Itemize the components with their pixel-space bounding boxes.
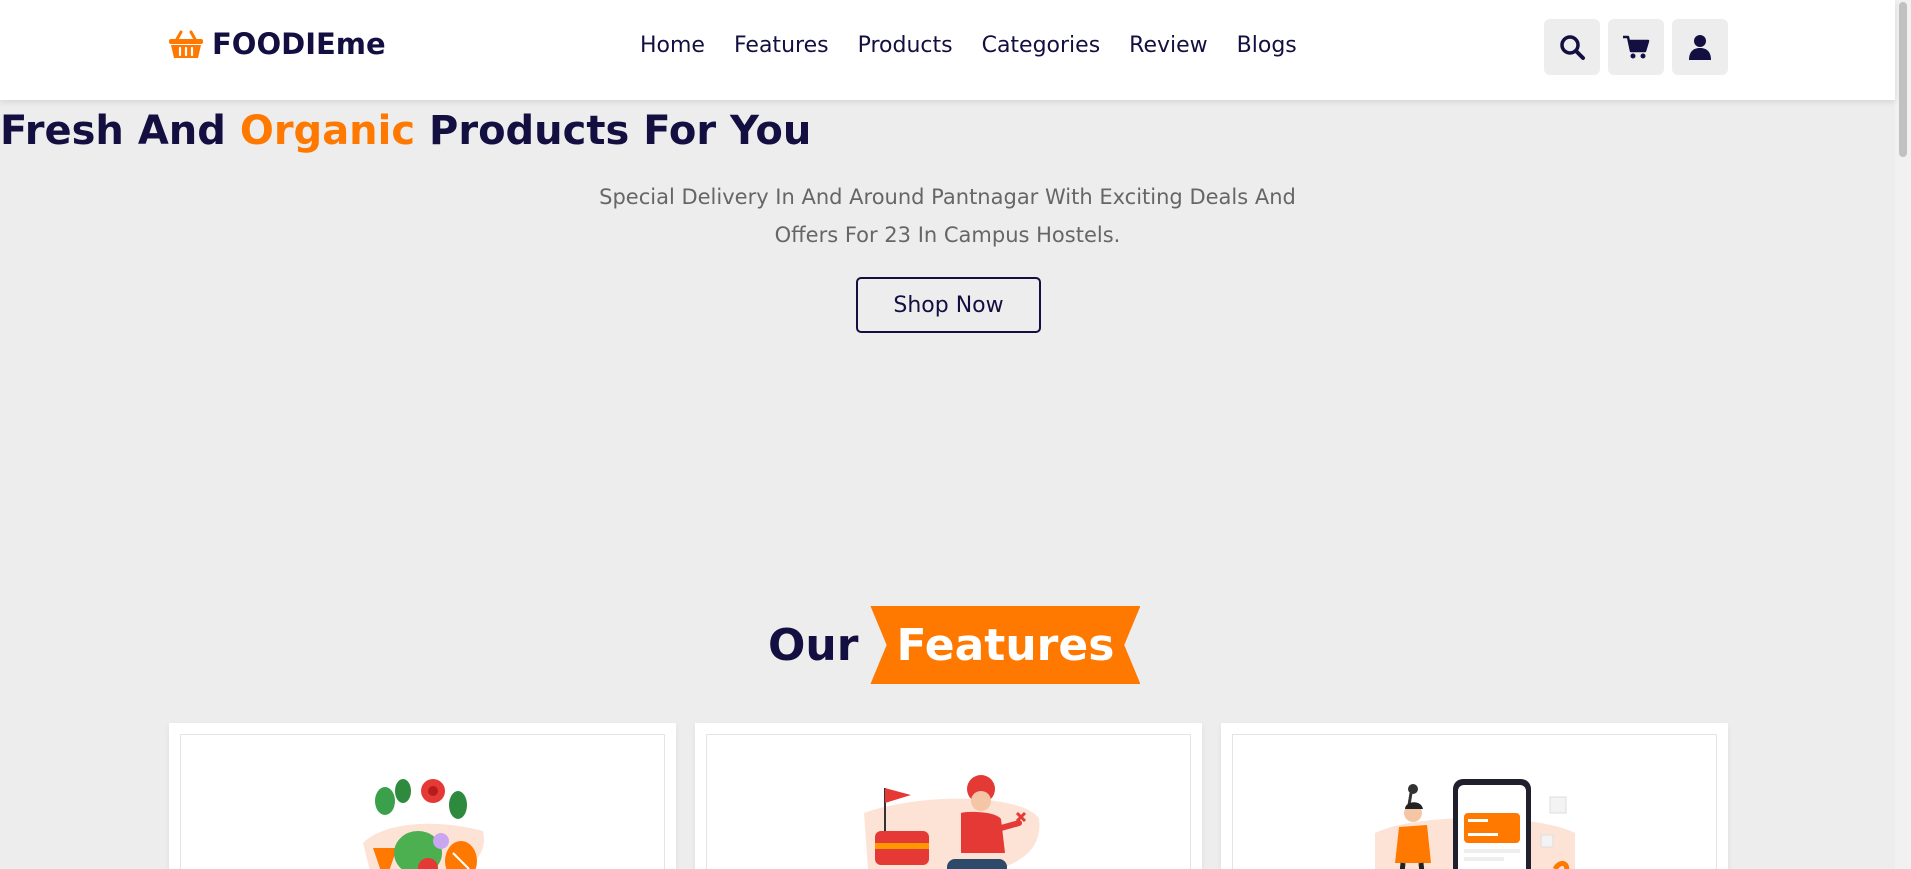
fresh-vegetables-illustration [362, 779, 484, 869]
header-icons [1544, 19, 1728, 75]
user-button[interactable] [1672, 19, 1728, 75]
nav-home[interactable]: Home [640, 33, 705, 58]
feature-card [695, 723, 1202, 869]
search-button[interactable] [1544, 19, 1600, 75]
feature-card-inner [1232, 734, 1717, 869]
logo-text: FOODIEme [212, 27, 386, 61]
feature-cards [169, 723, 1728, 869]
features-ribbon: Features [870, 606, 1141, 684]
page-scrollbar[interactable] [1895, 0, 1911, 869]
nav-features[interactable]: Features [734, 33, 829, 58]
feature-card-inner [706, 734, 1191, 869]
nav-blogs[interactable]: Blogs [1237, 33, 1297, 58]
mobile-payment-illustration [1374, 779, 1575, 869]
cart-icon [1623, 35, 1650, 59]
main-nav: Home Features Products Categories Review… [640, 33, 1326, 58]
feature-card-inner [180, 734, 665, 869]
site-header: FOODIEme Home Features Products Categori… [0, 0, 1895, 100]
scrollbar-thumb[interactable] [1899, 2, 1907, 157]
search-icon [1560, 35, 1585, 60]
hero-title-part2: Products For You [415, 108, 812, 154]
feature-card [169, 723, 676, 869]
hero-title-accent: Organic [239, 108, 416, 154]
nav-products[interactable]: Products [858, 33, 953, 58]
hero-title: Fresh And Organic Products For You [0, 108, 1895, 154]
basket-icon [169, 30, 203, 58]
hero-subtitle: Special Delivery In And Around Pantnagar… [599, 185, 1296, 247]
nav-categories[interactable]: Categories [982, 33, 1101, 58]
feature-card [1221, 723, 1728, 869]
user-icon [1689, 35, 1711, 60]
shop-now-button[interactable]: Shop Now [856, 277, 1041, 333]
features-heading-plain: Our [768, 619, 859, 671]
hero-title-part1: Fresh And [0, 108, 240, 154]
nav-review[interactable]: Review [1129, 33, 1208, 58]
logo[interactable]: FOODIEme [168, 27, 386, 61]
delivery-scooter-illustration [863, 775, 1039, 869]
features-heading-highlight: Features [896, 619, 1115, 671]
features-heading: Our Features [768, 606, 1141, 684]
cart-button[interactable] [1608, 19, 1664, 75]
